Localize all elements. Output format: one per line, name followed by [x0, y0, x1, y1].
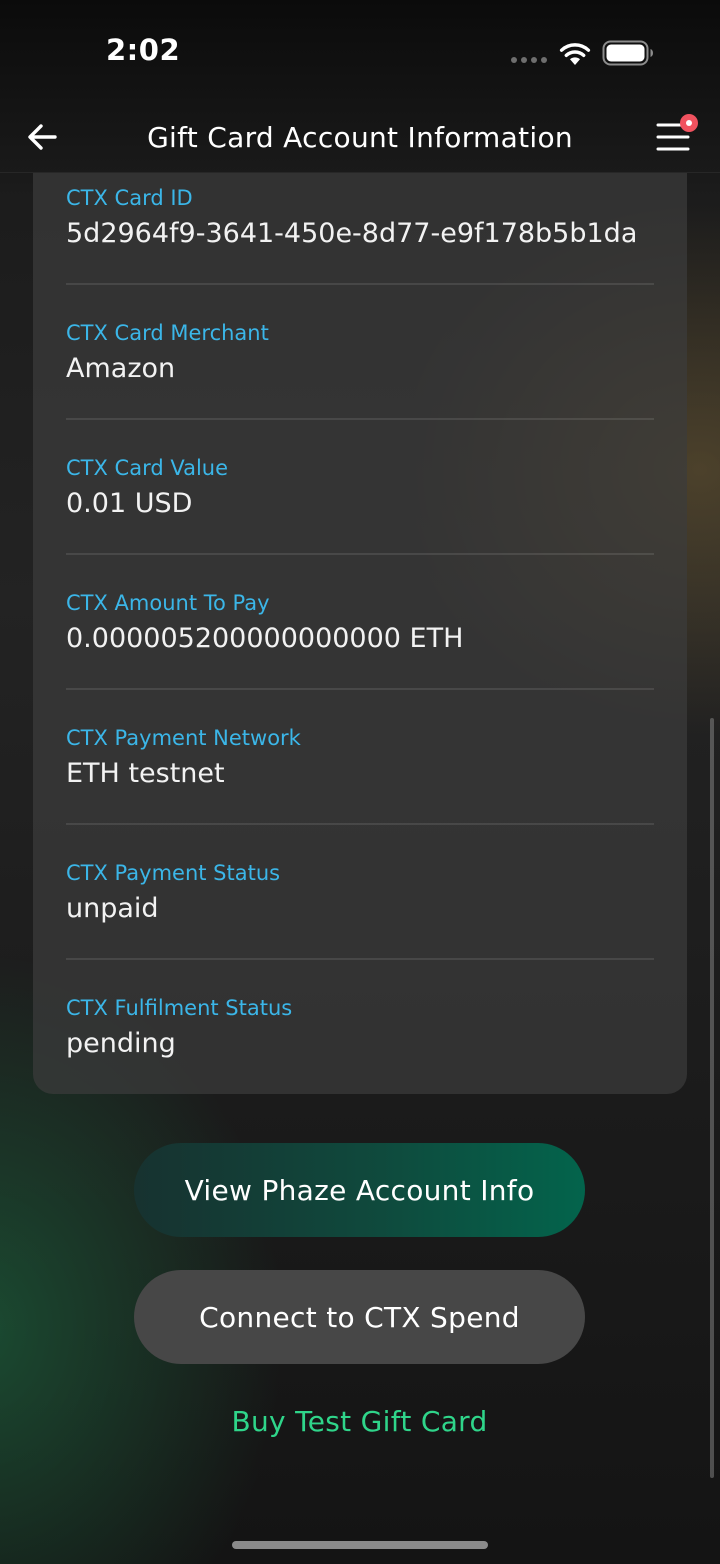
wifi-icon — [559, 43, 591, 65]
card-scroll-area[interactable]: CTX Card ID 5d2964f9-3641-450e-8d77-e9f1… — [0, 173, 720, 1103]
view-phaze-account-button[interactable]: View Phaze Account Info — [134, 1143, 585, 1237]
field-value: unpaid — [66, 893, 159, 924]
divider — [66, 958, 654, 960]
field-label: CTX Amount To Pay — [66, 591, 270, 615]
field-value: 0.000005200000000000 ETH — [66, 623, 464, 654]
cellular-signal-icon — [511, 57, 549, 63]
buy-test-gift-card-link[interactable]: Buy Test Gift Card — [134, 1402, 585, 1442]
field-label: CTX Card Merchant — [66, 321, 269, 345]
field-value: 0.01 USD — [66, 488, 193, 519]
field-label: CTX Payment Network — [66, 726, 301, 750]
field-label: CTX Card ID — [66, 186, 193, 210]
connect-ctx-spend-button[interactable]: Connect to CTX Spend — [134, 1270, 585, 1364]
divider — [66, 688, 654, 690]
field-label: CTX Payment Status — [66, 861, 281, 885]
divider — [66, 418, 654, 420]
field-value: Amazon — [66, 353, 176, 384]
field-value: 5d2964f9-3641-450e-8d77-e9f178b5b1da — [66, 218, 638, 249]
field-value: pending — [66, 1028, 176, 1059]
field-label: CTX Fulfilment Status — [66, 996, 293, 1020]
divider — [66, 823, 654, 825]
page-title: Gift Card Account Information — [147, 121, 573, 154]
home-indicator[interactable] — [232, 1541, 488, 1549]
field-value: ETH testnet — [66, 758, 225, 789]
gift-card-info-card: CTX Card ID 5d2964f9-3641-450e-8d77-e9f1… — [33, 173, 687, 1094]
divider — [66, 553, 654, 555]
status-time: 2:02 — [106, 33, 181, 67]
battery-icon — [602, 40, 653, 66]
scrollbar[interactable] — [710, 718, 714, 1478]
divider — [66, 283, 654, 285]
field-label: CTX Card Value — [66, 456, 229, 480]
hamburger-menu-icon[interactable] — [652, 112, 700, 160]
arrow-left-icon[interactable] — [24, 118, 62, 156]
